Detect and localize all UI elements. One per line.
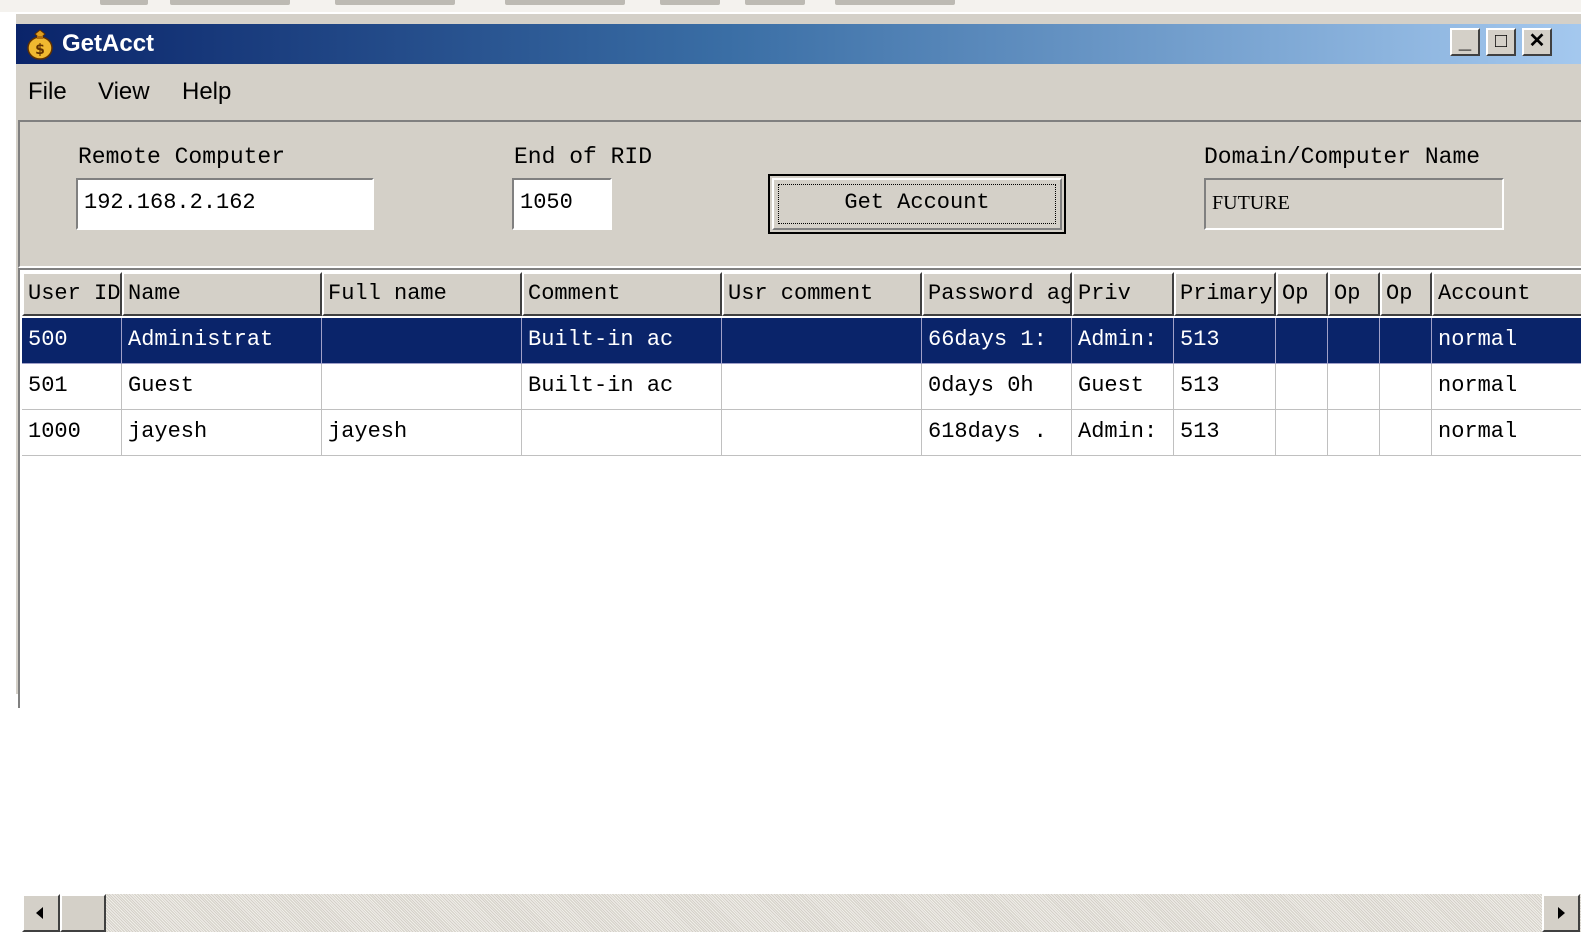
get-account-button[interactable]: Get Account	[768, 174, 1066, 234]
cell-op-2	[1328, 318, 1380, 364]
col-header-usr-comment[interactable]: Usr comment	[722, 272, 922, 316]
cell-comment: Built-in ac	[522, 318, 722, 364]
menu-help[interactable]: Help	[182, 78, 231, 106]
window-title: GetAcct	[62, 30, 155, 57]
col-header-op-3[interactable]: Op	[1380, 272, 1432, 316]
col-header-op-1[interactable]: Op	[1276, 272, 1328, 316]
getacct-window: $ GetAcct _ □ ✕ File View Help Remote Co…	[14, 12, 1581, 932]
horizontal-scrollbar[interactable]	[22, 894, 1581, 932]
maximize-button[interactable]: □	[1486, 28, 1516, 56]
cell-op-3	[1380, 410, 1432, 456]
domain-label: Domain/Computer Name	[1204, 144, 1481, 170]
cell-priv: Guest	[1072, 364, 1174, 410]
cell-primary-group: 513	[1174, 410, 1276, 456]
cell-usr-comment	[722, 364, 922, 410]
cell-op-1	[1276, 410, 1328, 456]
cell-op-1	[1276, 364, 1328, 410]
arrow-right-icon	[1558, 907, 1565, 919]
menu-view[interactable]: View	[98, 78, 150, 106]
col-header-comment[interactable]: Comment	[522, 272, 722, 316]
cell-primary-group: 513	[1174, 318, 1276, 364]
cell-password-age: 0days 0h	[922, 364, 1072, 410]
svg-text:$: $	[35, 42, 45, 58]
col-header-primary-group[interactable]: Primary group	[1174, 272, 1276, 316]
table-row[interactable]: 1000 jayesh jayesh 618days . Admin: 513 …	[22, 410, 1581, 456]
cell-comment	[522, 410, 722, 456]
arrow-left-icon	[36, 907, 43, 919]
money-bag-icon: $	[27, 29, 53, 60]
table-row[interactable]: 501 Guest Built-in ac 0days 0h Guest 513…	[22, 364, 1581, 410]
cell-op-1	[1276, 318, 1328, 364]
close-button[interactable]: ✕	[1522, 28, 1552, 56]
remote-computer-input[interactable]: 192.168.2.162	[76, 178, 374, 230]
remote-computer-label: Remote Computer	[78, 144, 286, 170]
cell-name: Guest	[122, 364, 322, 410]
cell-account: normal	[1432, 410, 1581, 456]
col-header-user-id[interactable]: User ID	[22, 272, 122, 316]
cell-op-2	[1328, 410, 1380, 456]
col-header-full-name[interactable]: Full name	[322, 272, 522, 316]
minimize-button[interactable]: _	[1450, 28, 1480, 56]
cell-op-3	[1380, 364, 1432, 410]
scroll-left-button[interactable]	[22, 894, 60, 932]
cell-account: normal	[1432, 318, 1581, 364]
cell-full-name	[322, 364, 522, 410]
col-header-account[interactable]: Account	[1432, 272, 1581, 316]
cell-user-id: 501	[22, 364, 122, 410]
menu-file[interactable]: File	[28, 78, 67, 106]
cell-full-name: jayesh	[322, 410, 522, 456]
end-of-rid-label: End of RID	[514, 144, 653, 170]
cell-comment: Built-in ac	[522, 364, 722, 410]
cell-op-2	[1328, 364, 1380, 410]
cell-op-3	[1380, 318, 1432, 364]
col-header-priv[interactable]: Priv	[1072, 272, 1174, 316]
menu-bar: File View Help	[16, 64, 1581, 112]
scroll-thumb[interactable]	[60, 894, 106, 932]
cell-user-id: 500	[22, 318, 122, 364]
cell-account: normal	[1432, 364, 1581, 410]
table-row[interactable]: 500 Administrat Built-in ac 66days 1: Ad…	[22, 318, 1581, 364]
cell-priv: Admin:	[1072, 410, 1174, 456]
cell-full-name	[322, 318, 522, 364]
cell-usr-comment	[722, 410, 922, 456]
cell-name: Administrat	[122, 318, 322, 364]
cell-primary-group: 513	[1174, 364, 1276, 410]
domain-field: FUTURE	[1204, 178, 1504, 230]
cell-user-id: 1000	[22, 410, 122, 456]
get-account-button-label: Get Account	[844, 190, 990, 215]
cell-name: jayesh	[122, 410, 322, 456]
cell-password-age: 618days .	[922, 410, 1072, 456]
cell-password-age: 66days 1:	[922, 318, 1072, 364]
end-of-rid-input[interactable]: 1050	[512, 178, 612, 230]
col-header-password-age[interactable]: Password age	[922, 272, 1072, 316]
accounts-list[interactable]: User ID Name Full name Comment Usr comme…	[18, 268, 1581, 932]
cell-priv: Admin:	[1072, 318, 1174, 364]
background-desktop-strip	[0, 0, 1581, 12]
scroll-right-button[interactable]	[1542, 894, 1580, 932]
col-header-name[interactable]: Name	[122, 272, 322, 316]
title-bar[interactable]: $ GetAcct _ □ ✕	[16, 24, 1581, 64]
cell-usr-comment	[722, 318, 922, 364]
col-header-op-2[interactable]: Op	[1328, 272, 1380, 316]
